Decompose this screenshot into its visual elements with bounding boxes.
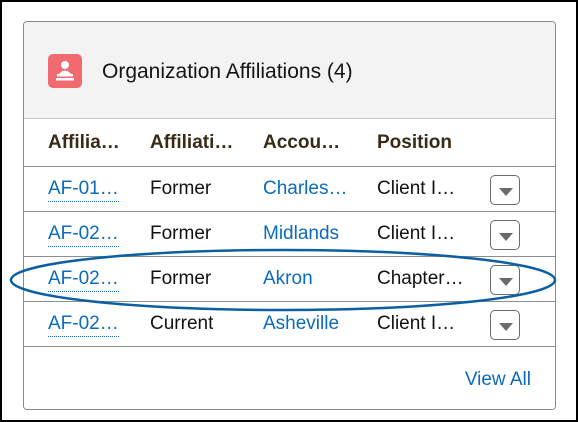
column-header-affiliation-name[interactable]: Affilia… xyxy=(48,132,120,154)
chevron-down-icon xyxy=(499,188,513,196)
chevron-down-icon xyxy=(499,278,513,286)
column-header-affiliation-status[interactable]: Affiliati… xyxy=(150,132,233,154)
table-row: AF-02… Current Asheville Client I… xyxy=(24,302,555,347)
affiliation-id-link[interactable]: AF-02… xyxy=(48,313,119,337)
view-all-link[interactable]: View All xyxy=(465,369,531,391)
card-title[interactable]: Organization Affiliations (4) xyxy=(102,60,353,84)
table-row: AF-01… Former Charles… Client I… xyxy=(24,167,555,212)
row-actions-button[interactable] xyxy=(490,265,520,295)
affiliation-icon xyxy=(48,54,82,88)
affiliation-status: Former xyxy=(150,178,212,199)
account-link[interactable]: Asheville xyxy=(263,313,339,335)
table-row: AF-02… Former Akron Chapter… xyxy=(24,257,555,302)
organization-affiliations-card: Organization Affiliations (4) Affilia… A… xyxy=(23,21,556,410)
row-actions-button[interactable] xyxy=(490,175,520,205)
affiliation-id-link[interactable]: AF-02… xyxy=(48,223,119,247)
affiliation-status: Former xyxy=(150,223,212,244)
chevron-down-icon xyxy=(499,233,513,241)
row-actions-button[interactable] xyxy=(490,220,520,250)
table-header: Affilia… Affiliati… Accou… Position xyxy=(24,119,555,167)
position-text: Client I… xyxy=(377,313,456,334)
affiliation-status: Former xyxy=(150,268,212,289)
card-header: Organization Affiliations (4) xyxy=(24,22,555,119)
position-text: Client I… xyxy=(377,178,456,199)
account-link[interactable]: Akron xyxy=(263,268,313,290)
affiliation-id-link[interactable]: AF-02… xyxy=(48,268,119,292)
table-row: AF-02… Former Midlands Client I… xyxy=(24,212,555,257)
affiliation-status: Current xyxy=(150,313,214,334)
affiliation-id-link[interactable]: AF-01… xyxy=(48,178,119,202)
account-link[interactable]: Charles… xyxy=(263,178,347,200)
column-header-position[interactable]: Position xyxy=(377,132,452,154)
position-text: Chapter… xyxy=(377,268,464,289)
card-footer: View All xyxy=(24,347,555,409)
account-link[interactable]: Midlands xyxy=(263,223,339,245)
column-header-account[interactable]: Accou… xyxy=(263,132,340,154)
chevron-down-icon xyxy=(499,323,513,331)
row-actions-button[interactable] xyxy=(490,310,520,340)
position-text: Client I… xyxy=(377,223,456,244)
